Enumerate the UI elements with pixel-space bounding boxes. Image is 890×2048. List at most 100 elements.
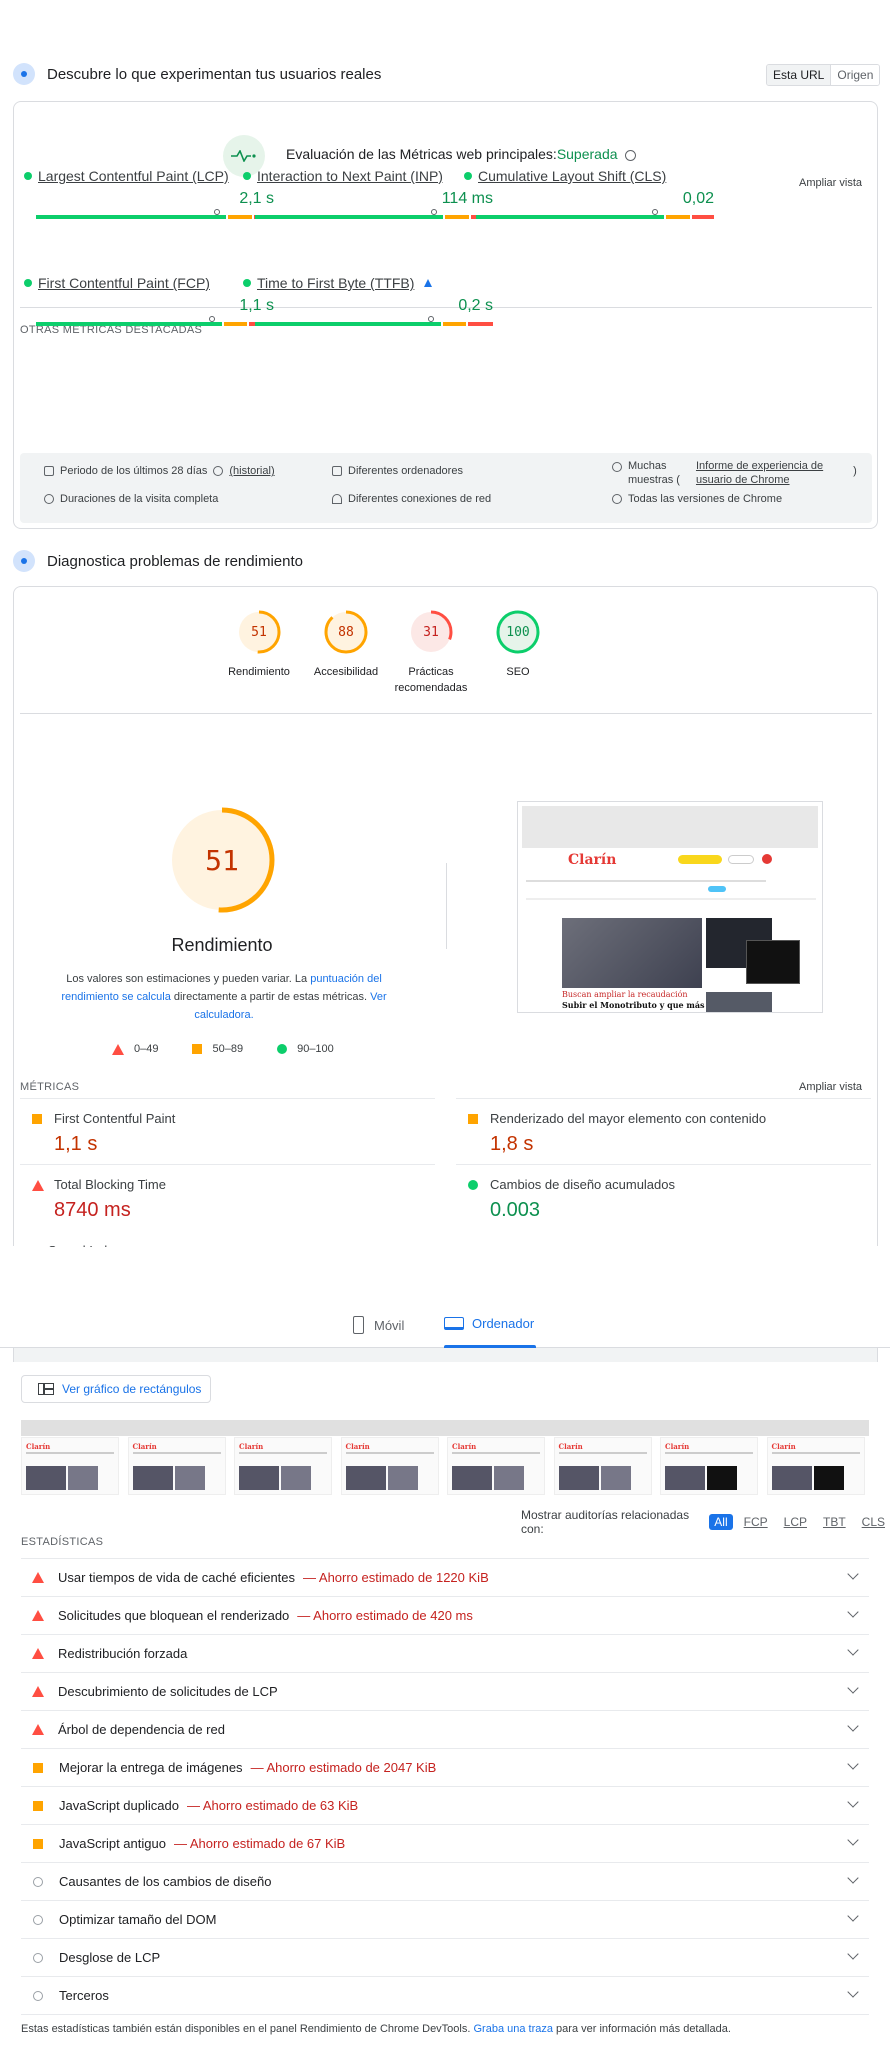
tab-mobile[interactable]: Móvil	[353, 1316, 404, 1334]
help-icon[interactable]	[625, 149, 637, 161]
legend-poor: 0–49	[112, 1043, 158, 1055]
metric-link[interactable]: Largest Contentful Paint (LCP)	[38, 168, 229, 184]
lab-metric: Cambios de diseño acumulados 0.003	[456, 1164, 871, 1230]
notif-preview	[762, 854, 772, 864]
crux-metric: Time to First Byte (TTFB) 0,2 s	[243, 275, 493, 326]
metrics-expand-link[interactable]: Ampliar vista	[799, 1081, 862, 1093]
score-gauge[interactable]: 100 SEO	[473, 609, 563, 680]
score-gauge[interactable]: 88 Accesibilidad	[301, 609, 391, 680]
distribution-bar	[36, 316, 274, 326]
diagnose-icon	[13, 550, 35, 572]
metric-link[interactable]: First Contentful Paint (FCP)	[38, 275, 210, 291]
frame-photo	[558, 1466, 599, 1490]
legend-good: 90–100	[277, 1043, 334, 1055]
pass-dot-icon	[24, 172, 32, 180]
frame-logo: Clarín	[239, 1442, 264, 1451]
help-icon[interactable]	[213, 466, 224, 476]
chevron-down-icon[interactable]	[847, 1986, 859, 1998]
filter-chip-tbt[interactable]: TBT	[818, 1514, 851, 1530]
filmstrip-frame: Clarín	[340, 1437, 439, 1495]
chevron-down-icon[interactable]	[847, 1682, 859, 1694]
filmstrip-frame: Clarín	[21, 1437, 119, 1495]
chevron-down-icon[interactable]	[847, 1834, 859, 1846]
metric-name[interactable]: Cumulative Layout Shift (CLS)	[464, 168, 714, 184]
chevron-down-icon[interactable]	[847, 1872, 859, 1884]
score-gauge[interactable]: 51 Rendimiento	[214, 609, 304, 680]
frame-photo-2	[281, 1466, 311, 1490]
info-circle-icon	[33, 1990, 43, 2001]
audit-row[interactable]: Causantes de los cambios de diseño	[21, 1862, 869, 1900]
metric-name[interactable]: Time to First Byte (TTFB)	[243, 275, 493, 291]
crux-card: Evaluación de las Métricas web principal…	[13, 101, 878, 529]
crux-report-link[interactable]: Informe de experiencia de usuario de Chro…	[696, 459, 823, 487]
audit-row[interactable]: Solicitudes que bloquean el renderizado —…	[21, 1596, 869, 1634]
treemap-button[interactable]: Ver gráfico de rectángulos	[21, 1375, 211, 1403]
audit-row[interactable]: JavaScript duplicado — Ahorro estimado de…	[21, 1786, 869, 1824]
frame-nav	[771, 1452, 860, 1454]
metric-link[interactable]: Cumulative Layout Shift (CLS)	[478, 168, 666, 184]
chevron-down-icon[interactable]	[847, 1606, 859, 1618]
filter-chip-cls[interactable]: CLS	[857, 1514, 890, 1530]
audits-end-divider	[21, 2014, 869, 2015]
audit-row[interactable]: Terceros	[21, 1976, 869, 2014]
treemap-icon	[38, 1383, 54, 1395]
toggle-this-url[interactable]: Esta URL	[767, 65, 832, 85]
filter-chip-all[interactable]: All	[709, 1514, 733, 1530]
metric-value: 0,02	[682, 190, 714, 207]
chevron-down-icon[interactable]	[847, 1910, 859, 1922]
chevron-down-icon[interactable]	[847, 1568, 859, 1580]
versions-info: Todas las versiones de Chrome	[612, 493, 782, 505]
metric-name[interactable]: First Contentful Paint (FCP)	[24, 275, 274, 291]
frame-photo	[452, 1466, 492, 1490]
expand-view-link[interactable]: Ampliar vista	[799, 177, 862, 189]
chevron-down-icon[interactable]	[847, 1948, 859, 1960]
news-photo	[562, 918, 702, 988]
login-preview	[728, 855, 754, 864]
audit-row[interactable]: Mejorar la entrega de imágenes — Ahorro e…	[21, 1748, 869, 1786]
devtools-footnote: Estas estadísticas también están disponi…	[21, 2023, 731, 2035]
url-origin-toggle[interactable]: Esta URL Origen	[766, 64, 881, 86]
metric-name[interactable]: Interaction to Next Paint (INP)	[243, 168, 493, 184]
chrome-icon	[612, 494, 622, 504]
score-value: 51	[251, 624, 267, 640]
filter-chip-lcp[interactable]: LCP	[779, 1514, 812, 1530]
audit-row[interactable]: Descubrimiento de solicitudes de LCP	[21, 1672, 869, 1710]
record-trace-link[interactable]: Graba una traza	[473, 2023, 553, 2035]
audit-row[interactable]: JavaScript antiguo — Ahorro estimado de 6…	[21, 1824, 869, 1862]
lab-metric-name: Renderizado del mayor elemento con conte…	[490, 1111, 767, 1126]
metric-link[interactable]: Time to First Byte (TTFB)	[257, 275, 414, 291]
metric-value: 2,1 s	[239, 190, 274, 207]
metric-name[interactable]: Largest Contentful Paint (LCP)	[24, 168, 274, 184]
subnav-preview	[526, 898, 816, 900]
average-square-icon	[32, 1114, 42, 1124]
chevron-down-icon[interactable]	[847, 1720, 859, 1732]
filmstrip-frame: Clarín	[553, 1437, 652, 1495]
ad-placeholder	[522, 806, 818, 848]
audit-row[interactable]: Árbol de dependencia de red	[21, 1710, 869, 1748]
audit-row[interactable]: Optimizar tamaño del DOM	[21, 1900, 869, 1938]
history-link[interactable]: (historial)	[229, 465, 274, 477]
frame-logo: Clarín	[452, 1442, 477, 1451]
chevron-down-icon[interactable]	[847, 1758, 859, 1770]
samples-info: Muchas muestras (Informe de experiencia d…	[612, 459, 857, 487]
calendar-icon	[44, 466, 54, 476]
metric-link[interactable]: Interaction to Next Paint (INP)	[257, 168, 443, 184]
audit-saving: — Ahorro estimado de 63 KiB	[186, 1798, 359, 1813]
crux-metric: Largest Contentful Paint (LCP) 2,1 s	[24, 168, 274, 219]
filter-chip-fcp[interactable]: FCP	[739, 1514, 773, 1530]
frame-photo-2	[387, 1466, 418, 1490]
frame-nav	[558, 1452, 647, 1454]
audit-row[interactable]: Redistribución forzada	[21, 1634, 869, 1672]
average-square-icon	[468, 1114, 478, 1124]
audit-row[interactable]: Usar tiempos de vida de caché eficientes…	[21, 1558, 869, 1596]
tab-desktop[interactable]: Ordenador	[444, 1316, 534, 1331]
connections-info: Diferentes conexiones de red	[332, 493, 491, 505]
score-gauge[interactable]: 31 Prácticas recomendadas	[386, 609, 476, 696]
chevron-down-icon[interactable]	[847, 1644, 859, 1656]
vertical-divider	[446, 863, 447, 949]
chevron-down-icon[interactable]	[847, 1796, 859, 1808]
audit-row[interactable]: Desglose de LCP	[21, 1938, 869, 1976]
audit-title: Optimizar tamaño del DOM	[59, 1912, 217, 1927]
performance-score: 51	[205, 843, 239, 877]
toggle-origin[interactable]: Origen	[831, 65, 880, 85]
